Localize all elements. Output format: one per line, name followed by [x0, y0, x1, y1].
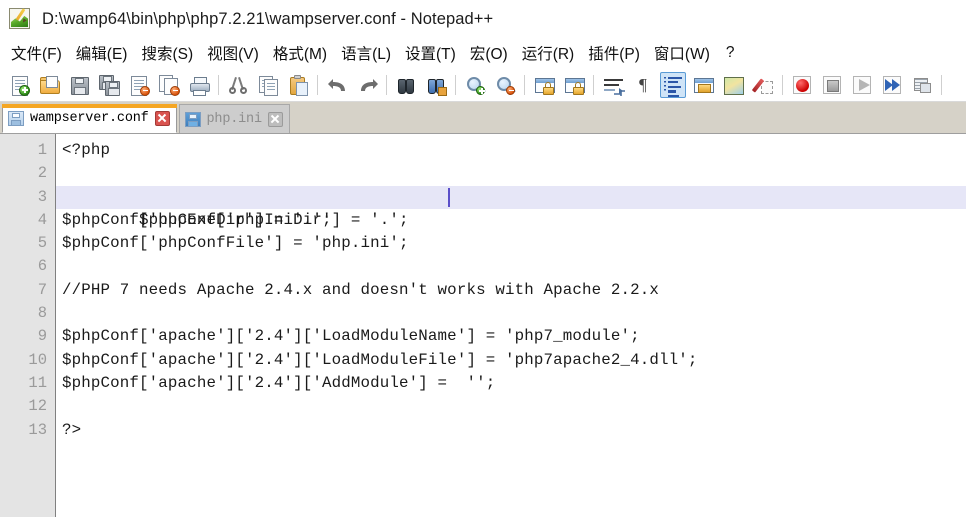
menu-edit[interactable]: 编辑(E) — [69, 40, 135, 66]
redo-icon[interactable] — [354, 72, 380, 98]
zoom-out-icon[interactable] — [492, 72, 518, 98]
code-editor[interactable]: 1 2 3 4 5 6 7 8 9 10 11 12 13 <?php $php… — [0, 134, 966, 517]
code-line[interactable]: $phpConf['apache']['2.4']['LoadModuleFil… — [56, 349, 966, 372]
code-text-area[interactable]: <?php $phpConf['phpIniDir'] = '.'; $phpC… — [56, 134, 966, 517]
redo-arrow-glyph — [361, 78, 378, 91]
print-icon[interactable] — [186, 72, 212, 98]
toolbar-separator — [455, 74, 456, 95]
toolbar-separator — [941, 74, 942, 95]
line-number: 9 — [37, 327, 47, 346]
stop-recording-icon[interactable] — [819, 72, 845, 98]
tab-php-ini[interactable]: php.ini — [178, 104, 290, 133]
tab-label: wampserver.conf — [30, 110, 149, 126]
zoom-in-icon[interactable] — [462, 72, 488, 98]
line-number: 3 — [37, 187, 47, 206]
document-map-icon[interactable] — [720, 72, 746, 98]
run-macro-multiple-icon[interactable] — [879, 72, 905, 98]
line-number: 2 — [37, 164, 47, 183]
line-number: 6 — [37, 257, 47, 276]
code-line[interactable]: //PHP 7 needs Apache 2.4.x and doesn't w… — [56, 279, 966, 302]
line-number: 10 — [28, 350, 47, 369]
play-macro-icon[interactable] — [849, 72, 875, 98]
menu-language[interactable]: 语言(L) — [334, 40, 398, 66]
close-file-icon[interactable] — [126, 72, 152, 98]
code-line[interactable] — [56, 255, 966, 278]
code-line[interactable]: $phpConf['apache']['2.4']['LoadModuleNam… — [56, 325, 966, 348]
paste-icon[interactable] — [285, 72, 311, 98]
menu-file[interactable]: 文件(F) — [4, 40, 69, 66]
line-number: 12 — [28, 397, 47, 416]
code-line[interactable]: $phpConf['phpExeDir'] = '.'; — [56, 209, 966, 232]
saved-file-icon — [8, 110, 24, 126]
sync-horizontal-scroll-icon[interactable] — [561, 72, 587, 98]
menu-plugins[interactable]: 插件(P) — [581, 40, 647, 66]
indent-guide-icon[interactable] — [660, 71, 686, 98]
menu-view[interactable]: 视图(V) — [200, 40, 266, 66]
line-number: 8 — [37, 304, 47, 323]
save-macro-icon[interactable] — [909, 72, 935, 98]
close-all-files-icon[interactable] — [156, 72, 182, 98]
user-defined-language-icon[interactable] — [690, 72, 716, 98]
line-number: 7 — [37, 280, 47, 299]
replace-icon[interactable] — [423, 72, 449, 98]
tab-label: php.ini — [206, 111, 263, 127]
code-line[interactable]: $phpConf['apache']['2.4']['AddModule'] =… — [56, 372, 966, 395]
toolbar-separator — [782, 74, 783, 95]
toolbar-separator — [218, 74, 219, 95]
menu-bar: 文件(F) 编辑(E) 搜索(S) 视图(V) 格式(M) 语言(L) 设置(T… — [0, 38, 966, 68]
show-all-characters-icon[interactable]: ¶ — [630, 72, 656, 98]
notepad-plus-plus-icon — [8, 7, 32, 31]
code-line[interactable] — [56, 395, 966, 418]
document-tab-bar: wampserver.conf php.ini — [0, 102, 966, 134]
code-line[interactable] — [56, 302, 966, 325]
sync-vertical-scroll-icon[interactable] — [531, 72, 557, 98]
code-line[interactable]: $phpConf['phpConfFile'] = 'php.ini'; — [56, 232, 966, 255]
undo-arrow-glyph — [328, 78, 345, 91]
line-number: 13 — [28, 420, 47, 439]
menu-macro[interactable]: 宏(O) — [463, 40, 515, 66]
code-line[interactable]: <?php — [56, 139, 966, 162]
menu-settings[interactable]: 设置(T) — [398, 40, 463, 66]
text-caret — [448, 187, 450, 207]
function-list-icon[interactable] — [750, 72, 776, 98]
undo-icon[interactable] — [324, 72, 350, 98]
notepad-plus-plus-window: D:\wamp64\bin\php\php7.2.21\wampserver.c… — [0, 0, 966, 517]
code-line[interactable] — [56, 162, 966, 185]
word-wrap-icon[interactable] — [600, 72, 626, 98]
record-macro-icon[interactable] — [789, 72, 815, 98]
tab-wampserver-conf[interactable]: wampserver.conf — [2, 104, 177, 133]
save-icon[interactable] — [66, 72, 92, 98]
line-number: 1 — [37, 141, 47, 159]
menu-window[interactable]: 窗口(W) — [647, 40, 717, 66]
menu-help[interactable]: ? — [717, 42, 744, 64]
title-bar: D:\wamp64\bin\php\php7.2.21\wampserver.c… — [0, 0, 966, 38]
wrap-arrow-glyph — [614, 87, 625, 96]
saved-file-icon — [184, 111, 201, 127]
toolbar-separator — [317, 74, 318, 95]
toolbar-separator — [524, 74, 525, 95]
find-icon[interactable] — [393, 72, 419, 98]
cut-icon[interactable] — [225, 72, 251, 98]
close-tab-php-ini[interactable] — [267, 111, 283, 127]
toolbar: ¶ — [0, 68, 966, 102]
window-title: D:\wamp64\bin\php\php7.2.21\wampserver.c… — [42, 9, 494, 28]
open-file-icon[interactable] — [36, 72, 62, 98]
line-number: 11 — [28, 373, 47, 392]
line-number: 4 — [37, 210, 47, 229]
copy-icon[interactable] — [255, 72, 281, 98]
save-all-icon[interactable] — [96, 72, 122, 98]
code-line[interactable]: ?> — [56, 419, 966, 442]
close-tab-wampserver-conf[interactable] — [154, 110, 170, 126]
code-line-current[interactable]: $phpConf['phpIniDir'] = '.'; — [56, 185, 966, 229]
line-number: 5 — [37, 234, 47, 253]
toolbar-separator — [386, 74, 387, 95]
menu-run[interactable]: 运行(R) — [515, 40, 582, 66]
toolbar-separator — [593, 74, 594, 95]
line-number-gutter: 1 2 3 4 5 6 7 8 9 10 11 12 13 — [0, 134, 56, 517]
menu-search[interactable]: 搜索(S) — [134, 40, 200, 66]
new-file-icon[interactable] — [6, 72, 32, 98]
menu-format[interactable]: 格式(M) — [266, 40, 334, 66]
